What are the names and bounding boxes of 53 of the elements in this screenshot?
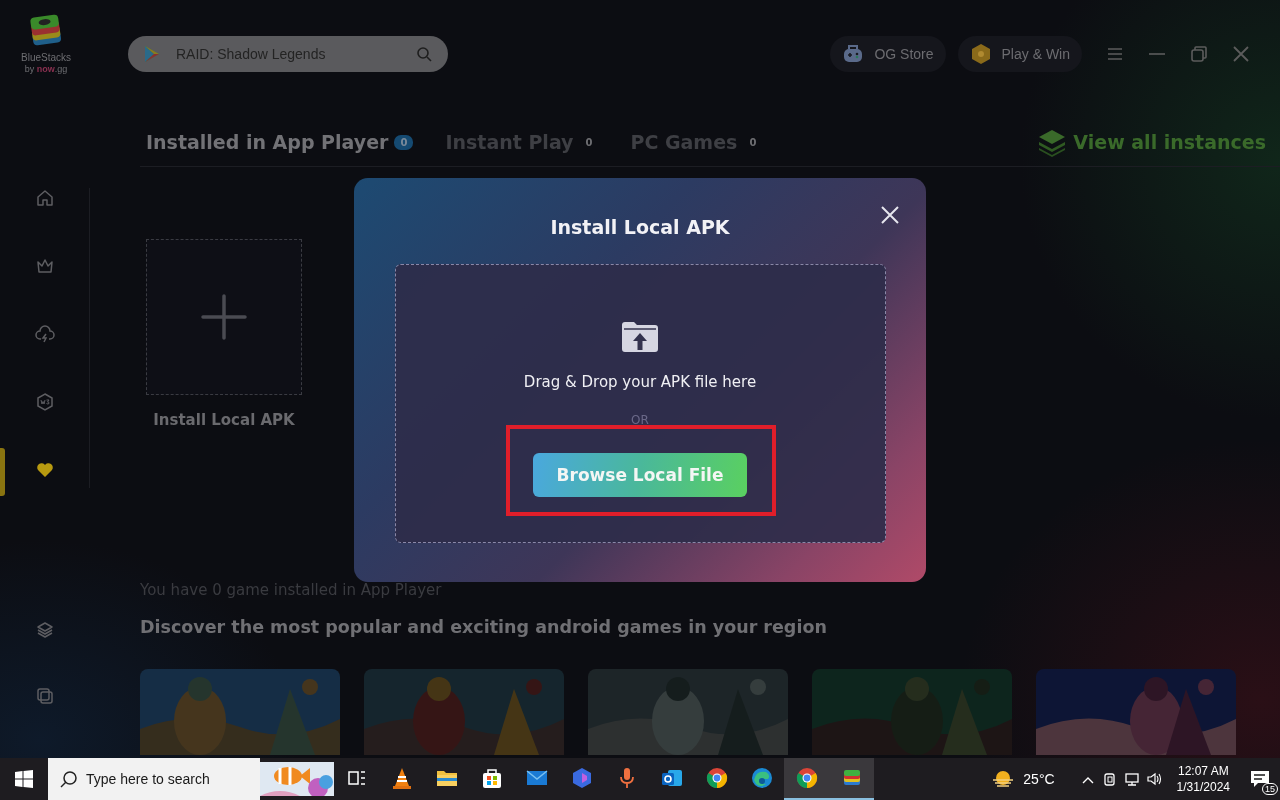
clock-date[interactable]: 1/31/2024: [1176, 779, 1230, 795]
count-label: 0: [584, 135, 594, 150]
dialog-title: Install Local APK: [550, 216, 730, 238]
restore-icon[interactable]: [1189, 44, 1209, 64]
tab[interactable]: Installed in App Player 0: [146, 131, 414, 153]
notification-icon[interactable]: [1250, 770, 1270, 788]
folder-upload-icon: [621, 321, 659, 353]
sun-haze-icon: [991, 769, 1016, 789]
close-icon[interactable]: [1231, 44, 1251, 64]
layers-icon[interactable]: [35, 620, 55, 640]
heart-icon[interactable]: [34, 460, 55, 480]
header-button[interactable]: OG Store: [830, 36, 946, 72]
layers-icon: [1037, 127, 1068, 157]
close-button[interactable]: [880, 205, 900, 225]
search-icon: [416, 46, 432, 62]
home-icon[interactable]: [34, 188, 55, 208]
crown-icon[interactable]: [34, 256, 55, 276]
drop-hint: Drag & Drop your APK file here: [523, 373, 757, 391]
browser-icon: [794, 766, 819, 790]
w3-hexagon-icon[interactable]: [34, 392, 55, 412]
search-icon: [60, 770, 78, 788]
clock-time[interactable]: 12:07 AM: [1177, 763, 1229, 779]
header-button[interactable]: Play & Win: [957, 36, 1082, 72]
hexagon-coin-icon: [969, 43, 992, 65]
taskbar-search-field[interactable]: Type here to search: [48, 758, 260, 800]
drop-zone[interactable]: Drag & Drop your APK file here OR Browse Local File: [394, 264, 886, 543]
plus-icon: [201, 294, 247, 340]
speaker-icon[interactable]: [1145, 771, 1162, 787]
cloud-bolt-icon[interactable]: [34, 324, 55, 344]
windows-icon[interactable]: [15, 770, 33, 788]
weather-widget[interactable]: 25°C: [991, 769, 1055, 789]
play-store-icon: [144, 45, 160, 63]
count-badge: 0: [394, 134, 414, 150]
taskbar-app[interactable]: [829, 758, 874, 800]
add-tile[interactable]: [146, 239, 302, 395]
view-all-link[interactable]: View all instances: [1037, 127, 1266, 157]
search-field[interactable]: RAID: Shadow Legends: [128, 36, 448, 72]
tile-label: Install Local APK: [153, 411, 295, 429]
logo-text: BlueStacks: [21, 52, 71, 64]
section-heading: Discover the most popular and exciting android games in your region: [140, 617, 828, 637]
device-icon[interactable]: [1101, 771, 1118, 787]
or-separator: OR: [631, 413, 649, 427]
notification-count: 15: [1262, 783, 1278, 795]
gamepad-icon: [842, 43, 865, 65]
copy-icon[interactable]: [35, 686, 55, 706]
browser-icon: [704, 766, 729, 790]
network-icon[interactable]: [1123, 771, 1140, 787]
browse-button[interactable]: Browse Local File: [533, 453, 747, 497]
swirl-icon: [749, 766, 774, 790]
count-label: 0: [748, 135, 758, 150]
taskbar-app[interactable]: [784, 758, 829, 800]
close-icon: [881, 206, 899, 224]
logo-subtext: by now.gg: [24, 64, 68, 75]
